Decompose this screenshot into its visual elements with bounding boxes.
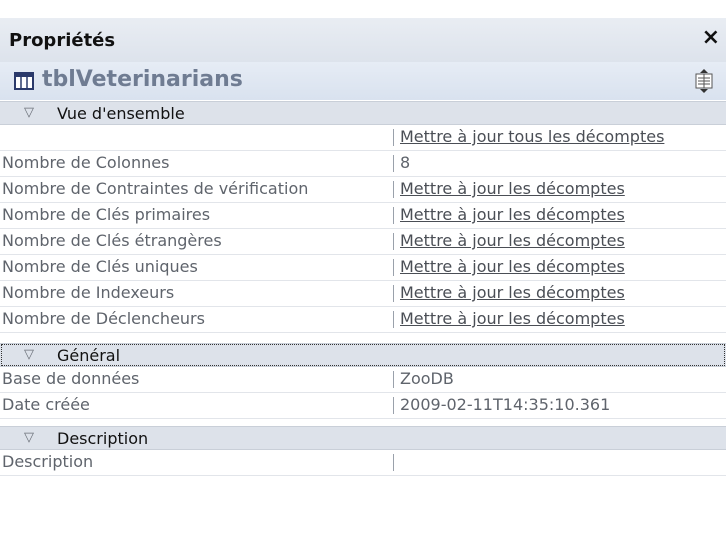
properties-panel: Propriétés × tblVeterinarians ▽ Vue d'en… xyxy=(0,18,726,555)
column-divider xyxy=(393,259,394,276)
column-divider xyxy=(393,181,394,198)
update-counts-link[interactable]: Mettre à jour les décomptes xyxy=(400,205,625,224)
column-divider xyxy=(393,207,394,224)
section-label: Général xyxy=(57,346,121,365)
column-divider xyxy=(393,371,394,388)
property-label: Description xyxy=(2,452,94,471)
section-overview-header[interactable]: ▽ Vue d'ensemble xyxy=(0,101,726,125)
property-value[interactable]: ZooDB xyxy=(400,369,454,388)
property-label: Nombre de Clés uniques xyxy=(2,257,198,276)
object-name: tblVeterinarians xyxy=(42,67,243,92)
column-divider xyxy=(393,397,394,414)
column-divider xyxy=(393,155,394,172)
table-icon xyxy=(14,72,34,90)
property-row: Nombre de Indexeurs Mettre à jour les dé… xyxy=(0,281,726,307)
section-general-header[interactable]: ▽ Général xyxy=(0,343,726,367)
property-row: Date créée 2009-02-11T14:35:10.361 xyxy=(0,393,726,419)
property-label: Nombre de Colonnes xyxy=(2,153,170,172)
update-counts-link[interactable]: Mettre à jour les décomptes xyxy=(400,257,625,276)
update-counts-link[interactable]: Mettre à jour les décomptes xyxy=(400,179,625,198)
section-label: Vue d'ensemble xyxy=(57,104,185,123)
column-divider xyxy=(393,285,394,302)
collapse-triangle-icon[interactable]: ▽ xyxy=(24,347,34,362)
property-row: Base de données ZooDB xyxy=(0,367,726,393)
property-row: Nombre de Colonnes 8 xyxy=(0,151,726,177)
update-counts-link[interactable]: Mettre à jour les décomptes xyxy=(400,231,625,250)
property-row: Nombre de Clés primaires Mettre à jour l… xyxy=(0,203,726,229)
update-counts-link[interactable]: Mettre à jour les décomptes xyxy=(400,309,625,328)
property-value: 8 xyxy=(400,153,411,172)
property-row: Nombre de Clés étrangères Mettre à jour … xyxy=(0,229,726,255)
property-value[interactable]: 2009-02-11T14:35:10.361 xyxy=(400,395,610,414)
section-description-header[interactable]: ▽ Description xyxy=(0,426,726,450)
property-label: Nombre de Indexeurs xyxy=(2,283,175,302)
column-divider xyxy=(393,454,394,471)
properties-toggle-icon[interactable] xyxy=(693,68,715,94)
property-row: Nombre de Clés uniques Mettre à jour les… xyxy=(0,255,726,281)
section-label: Description xyxy=(57,429,149,448)
column-divider xyxy=(393,129,394,146)
collapse-triangle-icon[interactable]: ▽ xyxy=(24,105,34,120)
update-all-link[interactable]: Mettre à jour tous les décomptes xyxy=(400,127,664,146)
column-divider xyxy=(393,233,394,250)
property-label: Base de données xyxy=(2,369,140,388)
update-all-row: Mettre à jour tous les décomptes xyxy=(0,125,726,151)
property-row: Nombre de Contraintes de vérification Me… xyxy=(0,177,726,203)
update-counts-link[interactable]: Mettre à jour les décomptes xyxy=(400,283,625,302)
property-row: Nombre de Déclencheurs Mettre à jour les… xyxy=(0,307,726,333)
property-label: Nombre de Clés primaires xyxy=(2,205,211,224)
property-label: Nombre de Clés étrangères xyxy=(2,231,222,250)
close-icon[interactable]: × xyxy=(702,27,720,49)
property-label: Date créée xyxy=(2,395,90,414)
property-label: Nombre de Contraintes de vérification xyxy=(2,179,309,198)
panel-title: Propriétés xyxy=(9,30,116,51)
property-label: Nombre de Déclencheurs xyxy=(2,309,205,328)
column-divider xyxy=(393,311,394,328)
panel-header: Propriétés × xyxy=(0,18,726,62)
object-header: tblVeterinarians xyxy=(0,62,726,100)
property-row: Description xyxy=(0,450,726,476)
collapse-triangle-icon[interactable]: ▽ xyxy=(24,430,34,445)
